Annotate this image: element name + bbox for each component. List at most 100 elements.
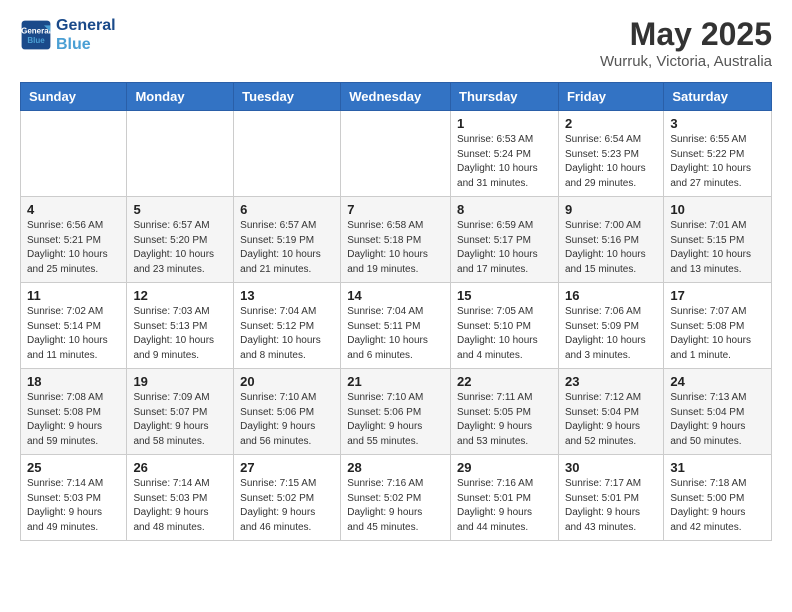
calendar-subtitle: Wurruk, Victoria, Australia: [600, 53, 772, 70]
day-number: 20: [240, 374, 334, 389]
calendar-week-5: 25Sunrise: 7:14 AM Sunset: 5:03 PM Dayli…: [21, 455, 772, 541]
calendar-cell: 24Sunrise: 7:13 AM Sunset: 5:04 PM Dayli…: [664, 369, 772, 455]
calendar-cell: 20 Sunrise: 7:10 AM Sunset: 5:06 PM Dayli…: [234, 369, 341, 455]
day-number: 10: [670, 202, 765, 217]
day-number: 2: [565, 116, 657, 131]
column-header-tuesday: Tuesday: [234, 83, 341, 111]
calendar-cell: 29 Sunrise: 7:16 AM Sunset: 5:01 PM Dayli…: [451, 455, 559, 541]
calendar-week-1: 1 Sunrise: 6:53 AM Sunset: 5:24 PM Daylig…: [21, 111, 772, 197]
column-header-saturday: Saturday: [664, 83, 772, 111]
day-info: Sunrise: 7:12 AM Sunset: 5:04 PM Dayligh…: [565, 391, 657, 449]
calendar-cell: 30 Sunrise: 7:17 AM Sunset: 5:01 PM Dayli…: [558, 455, 663, 541]
day-info: Sunrise: 7:06 AM Sunset: 5:09 PM Dayligh…: [565, 305, 657, 363]
day-info: Sunrise: 7:05 AM Sunset: 5:10 PM Dayligh…: [457, 305, 552, 363]
calendar-cell: [127, 111, 234, 197]
day-number: 28: [347, 460, 444, 475]
day-info: Sunrise: 6:56 AM Sunset: 5:21 PM Dayligh…: [27, 219, 120, 277]
logo-text: General Blue: [56, 16, 116, 54]
calendar-cell: 25Sunrise: 7:14 AM Sunset: 5:03 PM Dayli…: [21, 455, 127, 541]
calendar-cell: 22Sunrise: 7:11 AM Sunset: 5:05 PM Dayli…: [451, 369, 559, 455]
calendar-cell: 21 Sunrise: 7:10 AM Sunset: 5:06 PM Dayli…: [341, 369, 451, 455]
day-number: 31: [670, 460, 765, 475]
day-info: Sunrise: 7:11 AM Sunset: 5:05 PM Dayligh…: [457, 391, 552, 449]
day-info: Sunrise: 7:04 AM Sunset: 5:11 PM Dayligh…: [347, 305, 444, 363]
svg-text:Blue: Blue: [27, 36, 45, 45]
header: General Blue General Blue May 2025 Wurru…: [20, 16, 772, 70]
day-info: Sunrise: 7:16 AM Sunset: 5:01 PM Dayligh…: [457, 477, 552, 535]
day-info: Sunrise: 7:14 AM Sunset: 5:03 PM Dayligh…: [27, 477, 120, 535]
calendar-cell: 9 Sunrise: 7:00 AM Sunset: 5:16 PM Daylig…: [558, 197, 663, 283]
day-number: 23: [565, 374, 657, 389]
day-info: Sunrise: 7:10 AM Sunset: 5:06 PM Dayligh…: [240, 391, 334, 449]
day-number: 1: [457, 116, 552, 131]
day-number: 19: [133, 374, 227, 389]
day-info: Sunrise: 7:10 AM Sunset: 5:06 PM Dayligh…: [347, 391, 444, 449]
day-number: 18: [27, 374, 120, 389]
calendar-cell: 15 Sunrise: 7:05 AM Sunset: 5:10 PM Dayli…: [451, 283, 559, 369]
calendar-cell: 7Sunrise: 6:58 AM Sunset: 5:18 PM Daylig…: [341, 197, 451, 283]
day-info: Sunrise: 7:03 AM Sunset: 5:13 PM Dayligh…: [133, 305, 227, 363]
day-info: Sunrise: 7:14 AM Sunset: 5:03 PM Dayligh…: [133, 477, 227, 535]
day-number: 16: [565, 288, 657, 303]
calendar-cell: 5Sunrise: 6:57 AM Sunset: 5:20 PM Daylig…: [127, 197, 234, 283]
calendar-cell: 6Sunrise: 6:57 AM Sunset: 5:19 PM Daylig…: [234, 197, 341, 283]
day-number: 21: [347, 374, 444, 389]
calendar-cell: 27Sunrise: 7:15 AM Sunset: 5:02 PM Dayli…: [234, 455, 341, 541]
day-info: Sunrise: 7:16 AM Sunset: 5:02 PM Dayligh…: [347, 477, 444, 535]
day-info: Sunrise: 6:55 AM Sunset: 5:22 PM Dayligh…: [670, 133, 765, 191]
column-header-monday: Monday: [127, 83, 234, 111]
day-number: 9: [565, 202, 657, 217]
day-info: Sunrise: 6:59 AM Sunset: 5:17 PM Dayligh…: [457, 219, 552, 277]
calendar-header-row: SundayMondayTuesdayWednesdayThursdayFrid…: [21, 83, 772, 111]
day-info: Sunrise: 6:58 AM Sunset: 5:18 PM Dayligh…: [347, 219, 444, 277]
day-number: 13: [240, 288, 334, 303]
calendar-week-2: 4 Sunrise: 6:56 AM Sunset: 5:21 PM Daylig…: [21, 197, 772, 283]
column-header-sunday: Sunday: [21, 83, 127, 111]
day-number: 12: [133, 288, 227, 303]
calendar-cell: 13Sunrise: 7:04 AM Sunset: 5:12 PM Dayli…: [234, 283, 341, 369]
calendar-cell: 10 Sunrise: 7:01 AM Sunset: 5:15 PM Dayli…: [664, 197, 772, 283]
calendar-cell: [234, 111, 341, 197]
column-header-wednesday: Wednesday: [341, 83, 451, 111]
calendar-table: SundayMondayTuesdayWednesdayThursdayFrid…: [20, 82, 772, 541]
calendar-cell: 11 Sunrise: 7:02 AM Sunset: 5:14 PM Dayli…: [21, 283, 127, 369]
day-number: 4: [27, 202, 120, 217]
day-number: 6: [240, 202, 334, 217]
day-info: Sunrise: 6:54 AM Sunset: 5:23 PM Dayligh…: [565, 133, 657, 191]
day-number: 3: [670, 116, 765, 131]
day-info: Sunrise: 7:18 AM Sunset: 5:00 PM Dayligh…: [670, 477, 765, 535]
day-number: 11: [27, 288, 120, 303]
day-info: Sunrise: 7:17 AM Sunset: 5:01 PM Dayligh…: [565, 477, 657, 535]
logo-line2: Blue: [56, 35, 116, 54]
logo: General Blue General Blue: [20, 16, 116, 54]
day-number: 24: [670, 374, 765, 389]
calendar-cell: 14 Sunrise: 7:04 AM Sunset: 5:11 PM Dayli…: [341, 283, 451, 369]
calendar-cell: 16 Sunrise: 7:06 AM Sunset: 5:09 PM Dayli…: [558, 283, 663, 369]
calendar-cell: 17Sunrise: 7:07 AM Sunset: 5:08 PM Dayli…: [664, 283, 772, 369]
calendar-cell: [341, 111, 451, 197]
calendar-cell: 1 Sunrise: 6:53 AM Sunset: 5:24 PM Daylig…: [451, 111, 559, 197]
day-info: Sunrise: 7:09 AM Sunset: 5:07 PM Dayligh…: [133, 391, 227, 449]
day-info: Sunrise: 6:53 AM Sunset: 5:24 PM Dayligh…: [457, 133, 552, 191]
calendar-cell: 12 Sunrise: 7:03 AM Sunset: 5:13 PM Dayli…: [127, 283, 234, 369]
calendar-week-3: 11 Sunrise: 7:02 AM Sunset: 5:14 PM Dayli…: [21, 283, 772, 369]
calendar-cell: 4 Sunrise: 6:56 AM Sunset: 5:21 PM Daylig…: [21, 197, 127, 283]
day-number: 14: [347, 288, 444, 303]
calendar-cell: 28 Sunrise: 7:16 AM Sunset: 5:02 PM Dayli…: [341, 455, 451, 541]
day-info: Sunrise: 7:00 AM Sunset: 5:16 PM Dayligh…: [565, 219, 657, 277]
day-number: 29: [457, 460, 552, 475]
day-number: 15: [457, 288, 552, 303]
calendar-week-4: 18 Sunrise: 7:08 AM Sunset: 5:08 PM Dayli…: [21, 369, 772, 455]
logo-icon: General Blue: [20, 19, 52, 51]
calendar-cell: 23 Sunrise: 7:12 AM Sunset: 5:04 PM Dayli…: [558, 369, 663, 455]
day-info: Sunrise: 6:57 AM Sunset: 5:20 PM Dayligh…: [133, 219, 227, 277]
calendar-cell: 31 Sunrise: 7:18 AM Sunset: 5:00 PM Dayli…: [664, 455, 772, 541]
day-info: Sunrise: 7:02 AM Sunset: 5:14 PM Dayligh…: [27, 305, 120, 363]
day-info: Sunrise: 7:08 AM Sunset: 5:08 PM Dayligh…: [27, 391, 120, 449]
day-info: Sunrise: 7:01 AM Sunset: 5:15 PM Dayligh…: [670, 219, 765, 277]
day-number: 30: [565, 460, 657, 475]
calendar-cell: 26Sunrise: 7:14 AM Sunset: 5:03 PM Dayli…: [127, 455, 234, 541]
day-number: 17: [670, 288, 765, 303]
calendar-cell: [21, 111, 127, 197]
day-number: 8: [457, 202, 552, 217]
